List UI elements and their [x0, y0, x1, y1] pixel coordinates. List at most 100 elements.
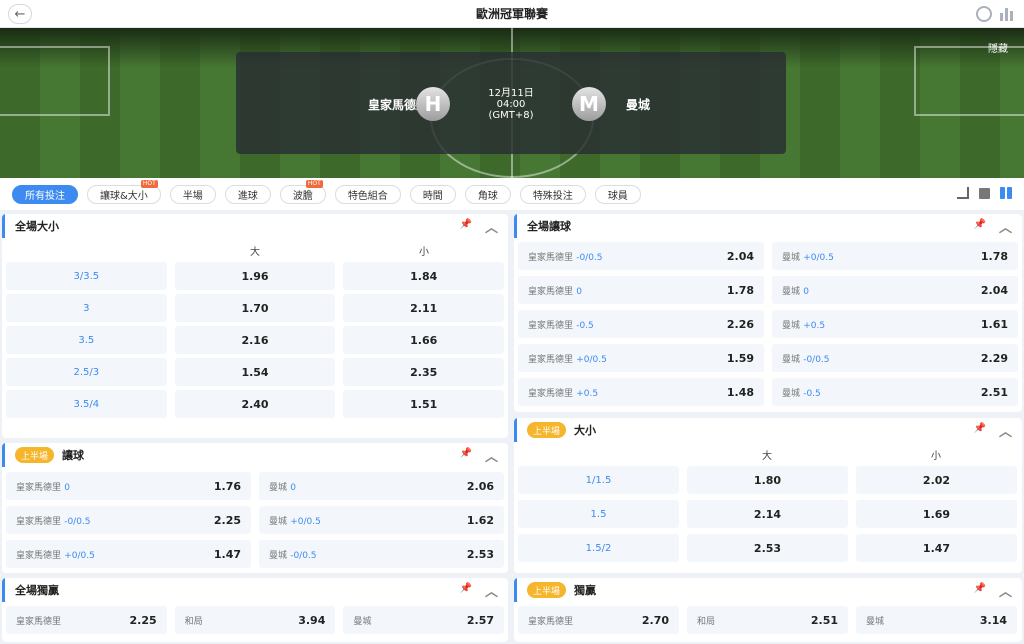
tab-corners[interactable]: 角球	[464, 184, 511, 204]
half-badge: 上半場	[15, 447, 55, 463]
under-odds[interactable]: 2.02	[856, 466, 1017, 494]
home-pick[interactable]: 皇家馬德里 +0/0.5 1.59	[518, 344, 764, 372]
draw-pick[interactable]: 和局 2.51	[687, 606, 848, 634]
tab-time[interactable]: 時間	[409, 184, 456, 204]
draw-pick[interactable]: 和局 3.94	[174, 606, 336, 634]
handicap-label: -0/0.5	[803, 354, 830, 365]
odds-value: 2.53	[466, 547, 494, 561]
tab-handicap-ou[interactable]: 讓球&大小 HOT	[87, 179, 161, 204]
over-odds[interactable]: 2.14	[687, 500, 848, 528]
pin-icon[interactable]: 📌	[460, 219, 472, 230]
odds-row: 皇家馬德里 -0.5 2.26 曼城 +0.5 1.61	[518, 310, 1018, 338]
over-odds[interactable]: 1.80	[687, 466, 848, 494]
panel-header[interactable]: 上半場 讓球 📌 ︿	[2, 443, 508, 467]
panel-halftime-over-under: 上半場 大小 📌 ︿ 大 小 1/1.5 1.80 2.02 1.5 2.14 …	[514, 418, 1022, 573]
sort-icon[interactable]	[957, 187, 969, 199]
tab-players[interactable]: 球員	[594, 184, 641, 204]
pin-icon[interactable]: 📌	[974, 219, 986, 230]
line-cell: 3.5/4	[6, 390, 167, 418]
over-odds[interactable]: 1.96	[174, 262, 336, 290]
team-label: 皇家馬德里	[16, 550, 62, 561]
panel-header[interactable]: 全場大小 📌 ︿	[2, 214, 508, 238]
panel-header[interactable]: 全場讓球 📌 ︿	[514, 214, 1022, 238]
pin-icon[interactable]: 📌	[974, 423, 986, 434]
home-pick[interactable]: 皇家馬德里 +0/0.5 1.47	[6, 540, 251, 568]
handicap-label: +0/0.5	[576, 354, 607, 365]
two-column-icon[interactable]	[1000, 187, 1012, 199]
hide-link[interactable]: 隱藏	[988, 40, 1008, 55]
home-pick[interactable]: 皇家馬德里 +0.5 1.48	[518, 378, 764, 406]
tab-all-bets[interactable]: 所有投注	[12, 184, 78, 204]
tab-specials-combo[interactable]: 特色組合	[334, 184, 401, 204]
odds-rows: 3/3.5 1.96 1.84 3 1.70 2.11 3.5 2.16 1.6…	[2, 262, 508, 418]
away-pick[interactable]: 曼城 0 2.06	[259, 472, 504, 500]
under-odds[interactable]: 1.84	[343, 262, 505, 290]
away-pick[interactable]: 曼城 0 2.04	[772, 276, 1018, 304]
tab-special-bets[interactable]: 特殊投注	[519, 184, 586, 204]
home-pick[interactable]: 皇家馬德里 0 1.78	[518, 276, 764, 304]
away-pick[interactable]: 曼城 +0/0.5 1.62	[259, 506, 504, 534]
tab-goals[interactable]: 進球	[224, 184, 271, 204]
panel-fulltime-over-under: 全場大小 📌 ︿ 大 小 3/3.5 1.96 1.84 3 1.70 2.11…	[2, 214, 508, 438]
away-pick[interactable]: 曼城 -0/0.5 2.53	[259, 540, 504, 568]
chevron-up-icon[interactable]: ︿	[485, 581, 498, 600]
under-odds[interactable]: 1.47	[856, 534, 1017, 562]
over-odds[interactable]: 1.54	[174, 358, 336, 386]
under-odds[interactable]: 2.11	[343, 294, 505, 322]
home-pick[interactable]: 皇家馬德里 -0/0.5 2.04	[518, 242, 764, 270]
tab-correct-score[interactable]: 波膽 HOT	[279, 179, 326, 204]
panel-header[interactable]: 上半場 獨贏 📌 ︿	[514, 578, 1022, 602]
away-pick[interactable]: 曼城 -0.5 2.51	[772, 378, 1018, 406]
over-odds[interactable]: 2.53	[687, 534, 848, 562]
chevron-up-icon[interactable]: ︿	[999, 421, 1012, 440]
home-pick[interactable]: 皇家馬德里 -0/0.5 2.25	[6, 506, 251, 534]
under-odds[interactable]: 2.35	[343, 358, 505, 386]
over-odds[interactable]: 2.40	[174, 390, 336, 418]
odds-row: 皇家馬德里 -0/0.5 2.25 曼城 +0/0.5 1.62	[6, 506, 504, 534]
pin-icon[interactable]: 📌	[460, 583, 472, 594]
pin-icon[interactable]: 📌	[460, 448, 472, 459]
view-tools	[957, 187, 1012, 199]
back-button[interactable]: ←	[8, 4, 32, 24]
handicap-label: 0	[64, 482, 70, 493]
over-odds[interactable]: 2.16	[174, 326, 336, 354]
match-time: 12月11日 04:00 (GMT+8)	[461, 88, 561, 121]
away-win-pick[interactable]: 曼城 3.14	[856, 606, 1017, 634]
home-win-pick[interactable]: 皇家馬德里 2.70	[518, 606, 679, 634]
tab-half[interactable]: 半場	[169, 184, 216, 204]
refresh-icon[interactable]	[976, 6, 992, 22]
handicap-label: 0	[576, 286, 582, 297]
line-cell: 3/3.5	[6, 262, 167, 290]
tab-label: 讓球&大小	[100, 190, 148, 202]
odds-row: 皇家馬德里 -0/0.5 2.04 曼城 +0/0.5 1.78	[518, 242, 1018, 270]
pin-icon[interactable]: 📌	[974, 583, 986, 594]
odds-value: 2.25	[129, 613, 157, 627]
under-odds[interactable]: 1.69	[856, 500, 1017, 528]
away-pick[interactable]: 曼城 -0/0.5 2.29	[772, 344, 1018, 372]
home-win-pick[interactable]: 皇家馬德里 2.25	[6, 606, 167, 634]
home-pick[interactable]: 皇家馬德里 -0.5 2.26	[518, 310, 764, 338]
team-label: 曼城	[782, 388, 801, 399]
under-odds[interactable]: 1.66	[343, 326, 505, 354]
tab-label: 特色組合	[347, 190, 388, 202]
over-odds[interactable]: 1.70	[174, 294, 336, 322]
pick-label: 和局	[697, 616, 716, 627]
panel-header[interactable]: 全場獨贏 📌 ︿	[2, 578, 508, 602]
chevron-up-icon[interactable]: ︿	[999, 217, 1012, 236]
hot-badge: HOT	[140, 179, 158, 188]
away-pick[interactable]: 曼城 +0/0.5 1.78	[772, 242, 1018, 270]
panel-header[interactable]: 上半場 大小 📌 ︿	[514, 418, 1022, 442]
chevron-up-icon[interactable]: ︿	[999, 581, 1012, 600]
odds-row: 3 1.70 2.11	[6, 294, 505, 322]
chevron-up-icon[interactable]: ︿	[485, 217, 498, 236]
away-win-pick[interactable]: 曼城 2.57	[343, 606, 505, 634]
tab-label: 角球	[477, 190, 498, 202]
home-pick[interactable]: 皇家馬德里 0 1.76	[6, 472, 251, 500]
bar-chart-icon[interactable]	[1000, 7, 1014, 21]
away-pick[interactable]: 曼城 +0.5 1.61	[772, 310, 1018, 338]
chevron-up-icon[interactable]: ︿	[485, 446, 498, 465]
handicap-label: +0.5	[576, 388, 599, 399]
single-column-icon[interactable]	[979, 187, 990, 199]
under-odds[interactable]: 1.51	[343, 390, 505, 418]
handicap-label: -0.5	[576, 320, 594, 331]
